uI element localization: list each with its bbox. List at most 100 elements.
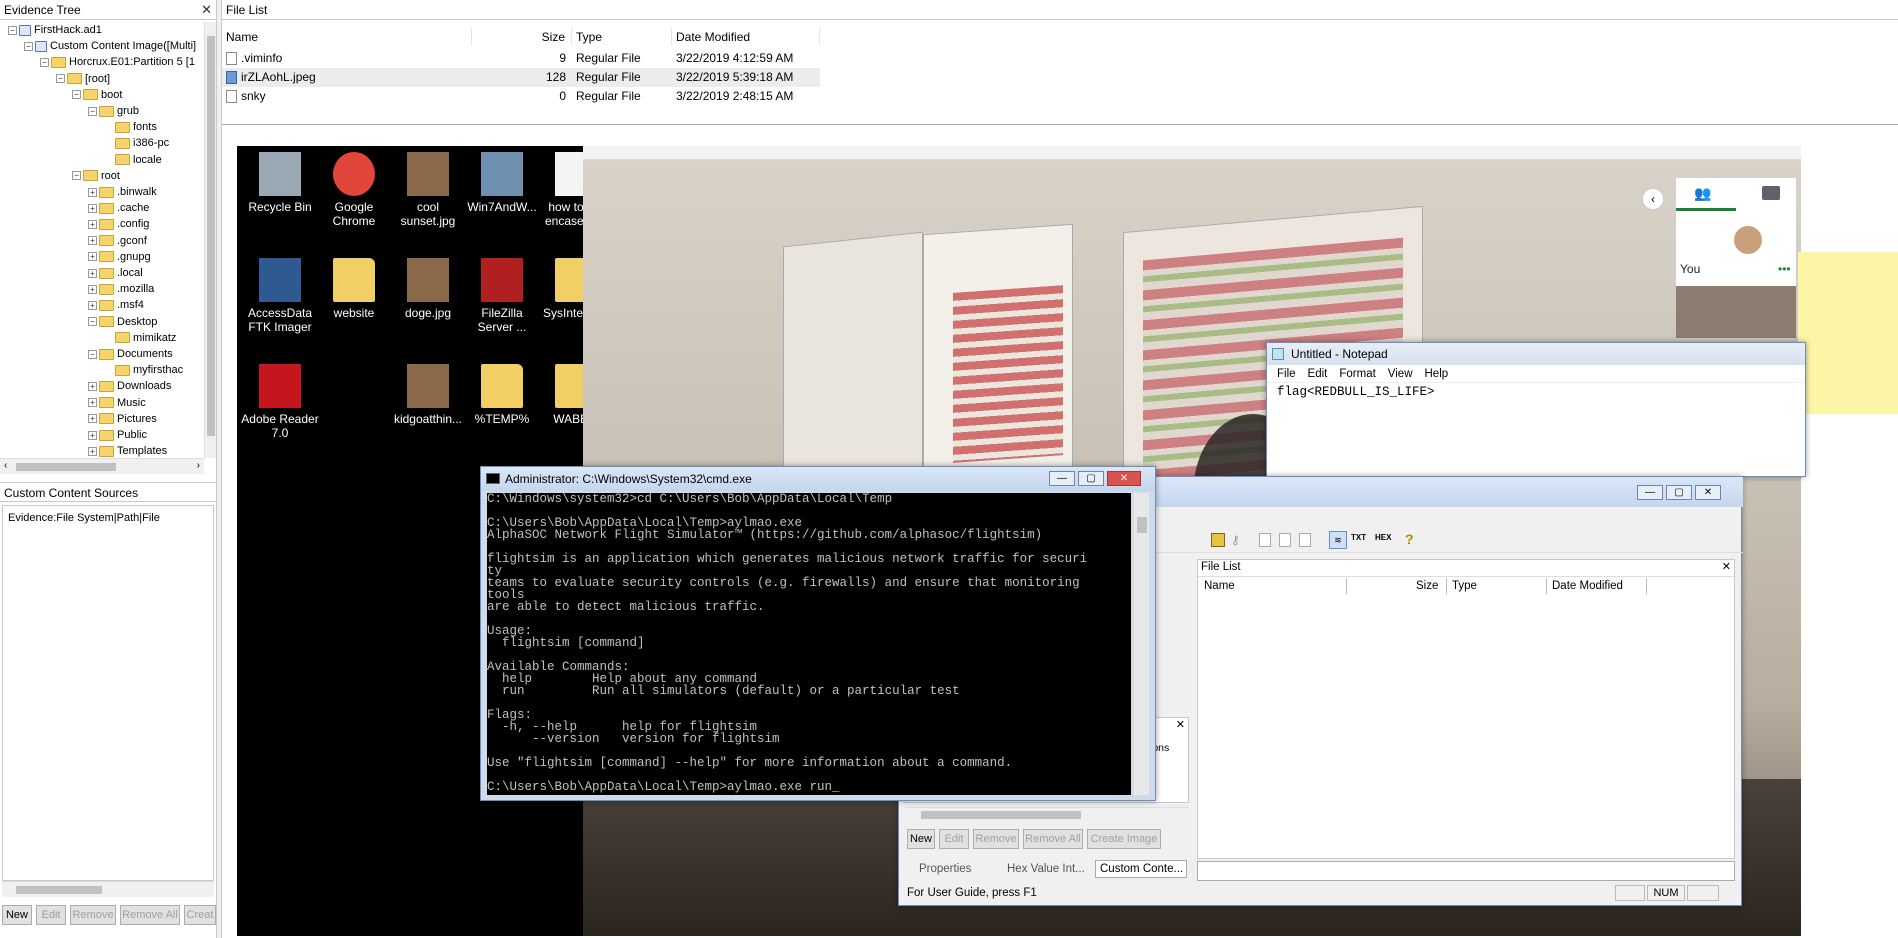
ftk-tab-hex-value[interactable]: Hex Value Int... [1007, 863, 1085, 875]
expand-toggle-icon[interactable]: + [88, 398, 97, 408]
expand-toggle-icon[interactable]: + [88, 268, 97, 278]
expand-toggle-icon[interactable]: − [72, 171, 81, 181]
expand-toggle-icon[interactable]: + [88, 414, 97, 424]
page-icon[interactable] [1259, 533, 1271, 547]
tree-vertical-scrollbar[interactable] [204, 22, 216, 458]
cmd-window[interactable]: Administrator: C:\Windows\System32\cmd.e… [480, 466, 1156, 801]
remove-all-button[interactable]: Remove All [120, 905, 180, 925]
notepad-menu-item[interactable]: File [1277, 368, 1296, 380]
tree-item[interactable]: +i386-pc [104, 135, 169, 151]
desktop-icon[interactable]: cool sunset.jpg [389, 152, 467, 228]
tree-item[interactable]: − Desktop [88, 314, 157, 330]
create-image-button[interactable]: Creat [184, 905, 216, 925]
desktop-icon[interactable]: %TEMP% [463, 364, 541, 426]
remove-button[interactable]: Remove [70, 905, 116, 925]
tree-item[interactable]: − boot [72, 87, 122, 103]
tree-item[interactable]: − [root] [56, 71, 110, 87]
close-icon[interactable]: ✕ [1722, 560, 1731, 573]
notepad-menu-item[interactable]: Help [1425, 368, 1449, 380]
tree-item[interactable]: + .gconf [88, 233, 147, 249]
ftk-create-image-button[interactable]: Create Image [1087, 829, 1161, 849]
desktop-icon[interactable]: website [315, 258, 393, 320]
custom-content-entry[interactable]: Evidence:File System|Path|File [8, 512, 160, 524]
tree-item[interactable]: +locale [104, 152, 162, 168]
expand-toggle-icon[interactable]: + [88, 430, 97, 440]
notepad-window[interactable]: Untitled - Notepad File Edit Format View Hel… [1266, 342, 1806, 477]
desktop-icon[interactable]: Recycle Bin [241, 152, 319, 214]
tree-item[interactable]: − Custom Content Image([Multi] [24, 38, 196, 54]
more-options-icon[interactable]: ••• [1778, 262, 1791, 276]
custom-content-scrollbar[interactable] [2, 881, 214, 897]
ftk-remove-all-button[interactable]: Remove All [1023, 829, 1083, 849]
expand-toggle-icon[interactable]: − [88, 106, 97, 116]
column-size[interactable]: Size [472, 28, 572, 46]
expand-toggle-icon[interactable]: − [88, 349, 97, 359]
column-name[interactable]: Name [222, 28, 472, 46]
hex-view-icon[interactable]: HEX [1375, 533, 1391, 542]
tree-item[interactable]: +myfirsthac [104, 362, 183, 378]
column-type[interactable]: Type [572, 28, 672, 46]
ftk-column-type[interactable]: Type [1452, 580, 1477, 592]
desktop-icon[interactable]: AccessData FTK Imager [241, 258, 319, 334]
notepad-menu-item[interactable]: View [1388, 368, 1413, 380]
tree-item[interactable]: + .binwalk [88, 184, 157, 200]
auto-view-icon[interactable]: ≋ [1329, 531, 1347, 549]
expand-toggle-icon[interactable]: + [88, 300, 97, 310]
ftk-horizontal-scrollbar[interactable] [905, 807, 1189, 821]
custom-content-list[interactable]: Evidence:File System|Path|File [2, 505, 214, 881]
ftk-edit-button[interactable]: Edit [939, 829, 969, 849]
table-row[interactable]: irZLAohL.jpeg 128 Regular File 3/22/2019 5:… [222, 68, 820, 87]
expand-toggle-icon[interactable]: + [88, 219, 97, 229]
table-row[interactable]: snky 0 Regular File 3/22/2019 2:48:15 AM [222, 87, 820, 106]
ftk-column-size[interactable]: Size [1416, 580, 1438, 592]
ftk-column-date-modified[interactable]: Date Modified [1552, 580, 1623, 592]
expand-toggle-icon[interactable]: − [72, 90, 81, 100]
cmd-maximize-button[interactable]: ▢ [1078, 471, 1104, 486]
close-icon[interactable]: ✕ [201, 2, 212, 18]
page-icon[interactable] [1299, 533, 1311, 547]
tree-item[interactable]: + .cache [88, 200, 149, 216]
expand-toggle-icon[interactable]: + [88, 252, 97, 262]
ftk-tab-properties[interactable]: Properties [919, 863, 971, 875]
evidence-tree[interactable]: − FirstHack.ad1− Custom Content Image([Mul… [0, 22, 208, 462]
notepad-menu-item[interactable]: Format [1339, 368, 1375, 380]
tree-item[interactable]: + .local [88, 265, 143, 281]
desktop-icon[interactable]: doge.jpg [389, 258, 467, 320]
tree-horizontal-scrollbar[interactable]: ‹ › [0, 458, 204, 474]
tree-item[interactable]: + Public [88, 427, 147, 443]
expand-toggle-icon[interactable]: + [88, 203, 97, 213]
tree-item[interactable]: − grub [88, 103, 139, 119]
people-icon[interactable]: 👥 [1694, 186, 1716, 200]
key-icon[interactable]: ⚷ [1231, 533, 1245, 547]
desktop-icon[interactable]: Google Chrome [315, 152, 393, 228]
expand-toggle-icon[interactable]: − [88, 317, 97, 327]
edit-button[interactable]: Edit [36, 905, 66, 925]
tree-item[interactable]: + .mozilla [88, 281, 154, 297]
cmd-scrollbar[interactable] [1133, 493, 1149, 795]
column-date-modified[interactable]: Date Modified [672, 28, 820, 46]
tree-item[interactable]: +fonts [104, 119, 157, 135]
tree-item[interactable]: − FirstHack.ad1 [8, 22, 102, 38]
expand-toggle-icon[interactable]: − [56, 74, 65, 84]
close-icon[interactable]: ✕ [1176, 718, 1185, 731]
page-icon[interactable] [1279, 533, 1291, 547]
notepad-menu-item[interactable]: Edit [1308, 368, 1328, 380]
tree-item[interactable]: + Downloads [88, 378, 171, 394]
ftk-column-name[interactable]: Name [1204, 580, 1235, 592]
desktop-icon[interactable]: kidgoatthin... [389, 364, 467, 426]
expand-toggle-icon[interactable]: + [88, 284, 97, 294]
add-evidence-icon[interactable] [1211, 533, 1225, 547]
expand-toggle-icon[interactable]: − [8, 25, 17, 35]
ftk-close-button[interactable]: ✕ [1695, 485, 1721, 500]
ftk-new-button[interactable]: New [907, 829, 935, 849]
ftk-file-list[interactable]: File List ✕ Name Size Type Date Modified [1197, 559, 1736, 859]
ftk-maximize-button[interactable]: ▢ [1666, 485, 1692, 500]
cmd-close-button[interactable]: ✕ [1107, 471, 1141, 486]
cmd-minimize-button[interactable]: — [1049, 471, 1075, 486]
desktop-icon[interactable]: Adobe Reader 7.0 [241, 364, 319, 440]
back-arrow-icon[interactable]: ‹ [1642, 188, 1664, 210]
text-view-icon[interactable]: TXT [1351, 533, 1366, 542]
expand-toggle-icon[interactable]: − [24, 41, 33, 51]
expand-toggle-icon[interactable]: + [88, 381, 97, 391]
desktop-icon[interactable]: FileZilla Server ... [463, 258, 541, 334]
